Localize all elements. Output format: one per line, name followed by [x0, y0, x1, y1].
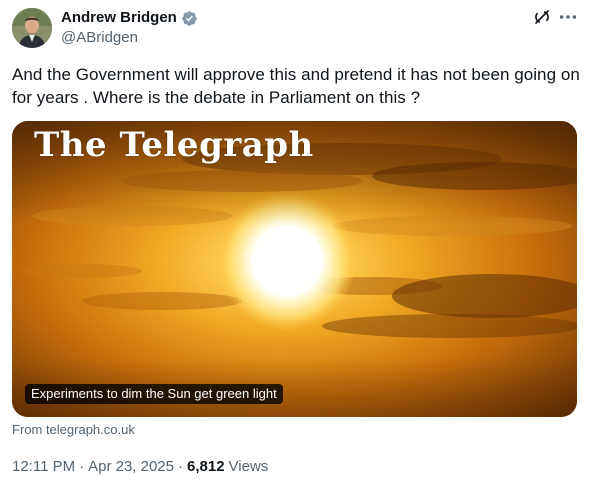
grok-icon[interactable] — [533, 8, 551, 26]
tweet-date[interactable]: Apr 23, 2025 — [88, 457, 174, 477]
more-icon[interactable] — [557, 6, 579, 28]
telegraph-logo: The Telegraph — [34, 125, 314, 165]
views-label: Views — [228, 458, 269, 475]
author-name[interactable]: Andrew Bridgen — [61, 8, 177, 28]
tweet: Andrew Bridgen @ABridgen And the Governm… — [0, 0, 594, 491]
author-handle[interactable]: @ABridgen — [61, 28, 138, 48]
card-headline[interactable]: Experiments to dim the Sun get green lig… — [25, 384, 283, 404]
card-source[interactable]: From telegraph.co.uk — [12, 422, 135, 438]
meta-separator: · — [79, 458, 85, 475]
display-name[interactable]: Andrew Bridgen — [61, 8, 198, 28]
views-count[interactable]: 6,812 — [187, 457, 225, 477]
avatar[interactable] — [12, 8, 52, 48]
tweet-time[interactable]: 12:11 PM — [12, 457, 75, 477]
tweet-meta: 12:11 PM · Apr 23, 2025 · 6,812 Views — [12, 457, 268, 477]
card-image — [12, 121, 577, 417]
verified-badge-icon[interactable] — [181, 10, 198, 27]
link-card[interactable]: The Telegraph Experiments to dim the Sun… — [12, 121, 577, 417]
meta-separator: · — [178, 458, 183, 475]
tweet-text: And the Government will approve this and… — [12, 65, 580, 107]
